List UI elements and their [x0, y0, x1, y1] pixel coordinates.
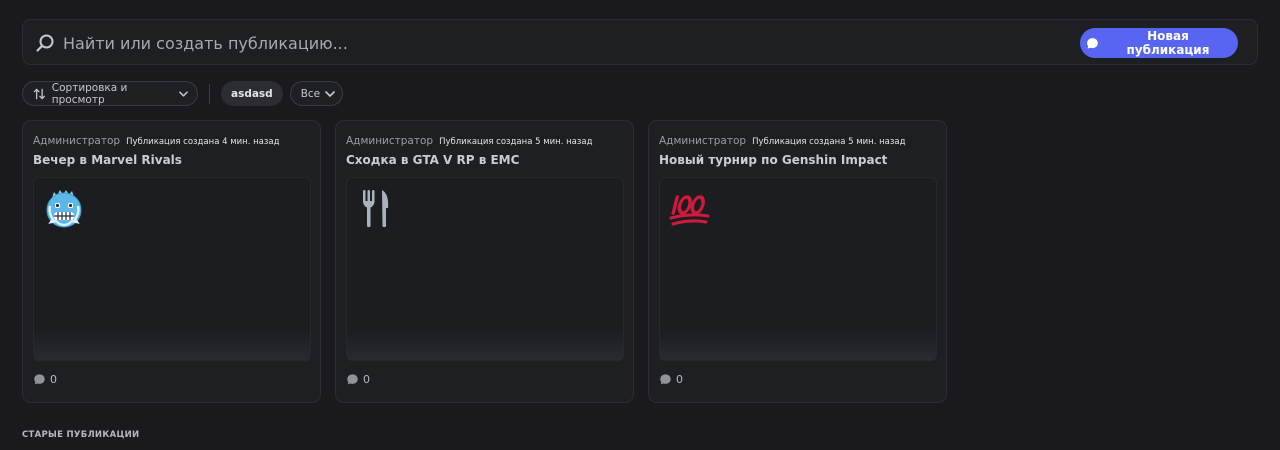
cold-face-icon — [46, 190, 82, 228]
search-icon — [36, 34, 54, 52]
forum-page: Новая публикация Сортировка и просмотр a… — [0, 0, 1280, 450]
hundred-points-icon — [669, 195, 710, 226]
chevron-down-icon — [179, 90, 188, 97]
new-post-label: Новая публикация — [1126, 29, 1210, 57]
post-author: Администратор — [346, 135, 434, 147]
search-bar[interactable]: Новая публикация — [22, 19, 1258, 65]
post-title: Вечер в Marvel Rivals — [33, 153, 182, 167]
post-preview — [346, 177, 624, 361]
tag-filter-dropdown[interactable]: Все — [289, 81, 343, 106]
comment-bubble-icon — [34, 374, 45, 385]
post-meta: Администратор Публикация создана 4 мин. … — [33, 135, 280, 147]
comment-bubble-icon — [347, 374, 358, 385]
post-title: Сходка в GTA V RP в EMC — [346, 153, 520, 167]
post-meta: Администратор Публикация создана 5 мин. … — [346, 135, 593, 147]
post-meta: Администратор Публикация создана 5 мин. … — [659, 135, 906, 147]
sort-and-view-button[interactable]: Сортировка и просмотр — [22, 81, 198, 106]
comment-count: 0 — [50, 373, 57, 386]
post-card[interactable]: Администратор Публикация создана 4 мин. … — [22, 120, 321, 403]
post-preview — [33, 177, 311, 361]
older-posts-heading: СТАРЫЕ ПУБЛИКАЦИИ — [22, 430, 140, 440]
post-footer: 0 — [33, 373, 57, 386]
sort-label: Сортировка и просмотр — [51, 81, 128, 106]
post-footer: 0 — [659, 373, 683, 386]
new-post-button[interactable]: Новая публикация — [1080, 28, 1238, 58]
post-footer: 0 — [346, 373, 370, 386]
fork-and-knife-icon — [363, 190, 389, 228]
post-title: Новый турнир по Genshin Impact — [659, 153, 888, 167]
chat-bubble-icon — [1087, 37, 1098, 49]
tag-filter-label: Все — [300, 87, 321, 100]
filter-divider — [209, 83, 210, 104]
comment-bubble-icon — [660, 374, 671, 385]
comment-count: 0 — [676, 373, 683, 386]
search-input[interactable] — [63, 28, 1023, 58]
post-card[interactable]: Администратор Публикация создана 5 мин. … — [648, 120, 947, 403]
filter-bar: Сортировка и просмотр asdasd Все — [22, 81, 343, 106]
post-preview — [659, 177, 937, 361]
sort-arrows-icon — [33, 88, 46, 99]
post-card[interactable]: Администратор Публикация создана 5 мин. … — [335, 120, 634, 403]
post-timestamp: Публикация создана 4 мин. назад — [126, 137, 280, 147]
post-timestamp: Публикация создана 5 мин. назад — [439, 137, 593, 147]
post-author: Администратор — [659, 135, 747, 147]
tag-chip[interactable]: asdasd — [221, 81, 283, 106]
post-timestamp: Публикация создана 5 мин. назад — [752, 137, 906, 147]
comment-count: 0 — [363, 373, 370, 386]
post-author: Администратор — [33, 135, 121, 147]
chevron-down-icon — [324, 90, 335, 97]
